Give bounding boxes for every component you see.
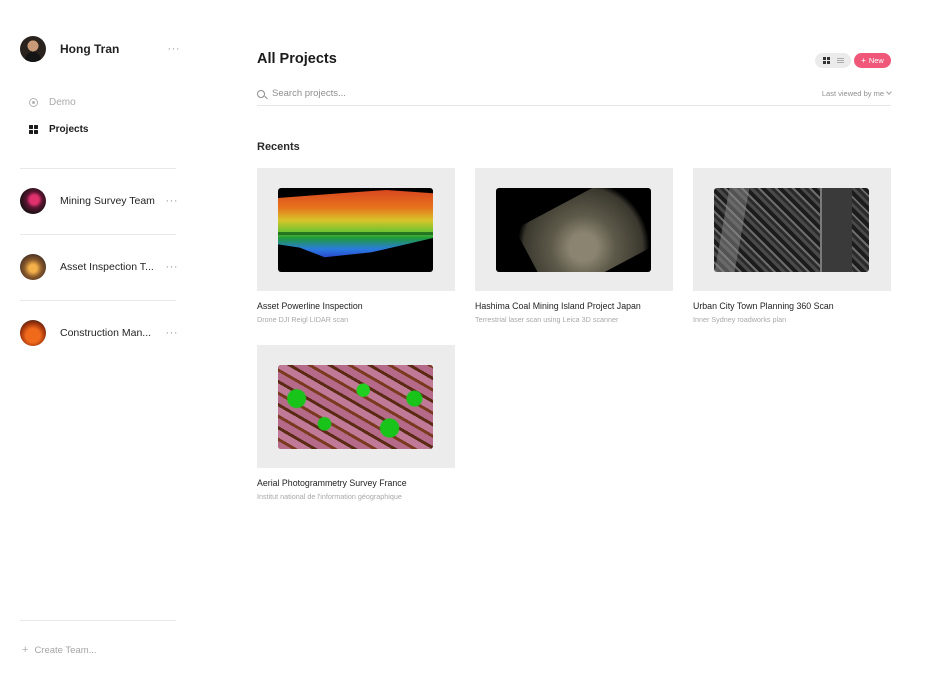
sidebar-divider bbox=[20, 300, 176, 301]
team-avatar bbox=[20, 254, 46, 280]
chevron-down-icon bbox=[886, 89, 892, 95]
mining-scan-image bbox=[496, 188, 651, 272]
aerial-scan-image bbox=[278, 365, 433, 449]
sidebar-divider bbox=[20, 168, 176, 169]
create-team-button[interactable]: + Create Team... bbox=[22, 644, 97, 656]
team-more-icon[interactable]: ··· bbox=[162, 195, 178, 207]
nav-item-label: Demo bbox=[49, 96, 76, 108]
team-avatar bbox=[20, 320, 46, 346]
sort-dropdown[interactable]: Last viewed by me bbox=[821, 88, 892, 98]
search-input[interactable] bbox=[272, 87, 822, 99]
project-card[interactable]: Aerial Photogrammetry Survey France Inst… bbox=[257, 345, 455, 501]
grid-view-icon[interactable] bbox=[822, 57, 830, 64]
team-item-construction[interactable]: Construction Man... ··· bbox=[20, 320, 180, 346]
plus-icon: + bbox=[22, 644, 29, 656]
team-avatar bbox=[20, 188, 46, 214]
grid-icon bbox=[28, 124, 38, 134]
project-subtitle: Institut national de l'information géogr… bbox=[257, 492, 402, 501]
project-title[interactable]: Asset Powerline Inspection bbox=[257, 301, 455, 311]
list-view-icon[interactable] bbox=[836, 58, 844, 63]
project-title[interactable]: Hashima Coal Mining Island Project Japan bbox=[475, 301, 673, 311]
sidebar: Hong Tran ··· Demo Projects Mining Surve… bbox=[0, 0, 196, 676]
sidebar-divider bbox=[20, 234, 176, 235]
user-name: Hong Tran bbox=[60, 42, 120, 56]
team-item-mining-survey[interactable]: Mining Survey Team ··· bbox=[20, 188, 180, 214]
sort-label: Last viewed by me bbox=[821, 88, 884, 98]
project-thumbnail[interactable] bbox=[257, 345, 455, 468]
target-icon bbox=[28, 97, 38, 107]
nav-item-projects[interactable]: Projects bbox=[28, 121, 88, 137]
create-team-label: Create Team... bbox=[34, 644, 97, 656]
page-title: All Projects bbox=[257, 51, 337, 67]
team-name: Construction Man... bbox=[60, 327, 152, 339]
nav-item-demo[interactable]: Demo bbox=[28, 94, 76, 110]
project-card[interactable]: Asset Powerline Inspection Drone DJI Rei… bbox=[257, 168, 455, 324]
project-title[interactable]: Aerial Photogrammetry Survey France bbox=[257, 478, 455, 488]
user-profile[interactable]: Hong Tran ··· bbox=[20, 36, 180, 62]
team-name: Asset Inspection T... bbox=[60, 261, 154, 273]
user-more-icon[interactable]: ··· bbox=[164, 43, 180, 55]
team-more-icon[interactable]: ··· bbox=[162, 261, 178, 273]
project-thumbnail[interactable] bbox=[475, 168, 673, 291]
project-subtitle: Terrestrial laser scan using Leica 3D sc… bbox=[475, 315, 619, 324]
new-button-label: New bbox=[868, 56, 884, 65]
team-more-icon[interactable]: ··· bbox=[162, 327, 178, 339]
city-scan-image bbox=[714, 188, 869, 272]
project-thumbnail[interactable] bbox=[693, 168, 891, 291]
search-bar: Last viewed by me bbox=[257, 85, 892, 106]
project-subtitle: Drone DJI Reigl LIDAR scan bbox=[257, 315, 349, 324]
project-subtitle: Inner Sydney roadworks plan bbox=[693, 315, 787, 324]
sidebar-divider bbox=[20, 620, 176, 621]
view-toggle[interactable] bbox=[815, 53, 851, 68]
project-thumbnail[interactable] bbox=[257, 168, 455, 291]
lidar-scan-image bbox=[278, 188, 433, 272]
team-name: Mining Survey Team bbox=[60, 195, 155, 207]
project-card[interactable]: Urban City Town Planning 360 Scan Inner … bbox=[693, 168, 891, 324]
plus-icon: + bbox=[861, 56, 866, 65]
project-card[interactable]: Hashima Coal Mining Island Project Japan… bbox=[475, 168, 673, 324]
project-title[interactable]: Urban City Town Planning 360 Scan bbox=[693, 301, 891, 311]
nav-item-label: Projects bbox=[49, 123, 89, 135]
new-project-button[interactable]: + New bbox=[854, 53, 891, 68]
section-title-recents: Recents bbox=[257, 141, 300, 153]
team-item-asset-inspection[interactable]: Asset Inspection T... ··· bbox=[20, 254, 180, 280]
search-icon bbox=[257, 89, 265, 98]
user-avatar[interactable] bbox=[20, 36, 46, 62]
